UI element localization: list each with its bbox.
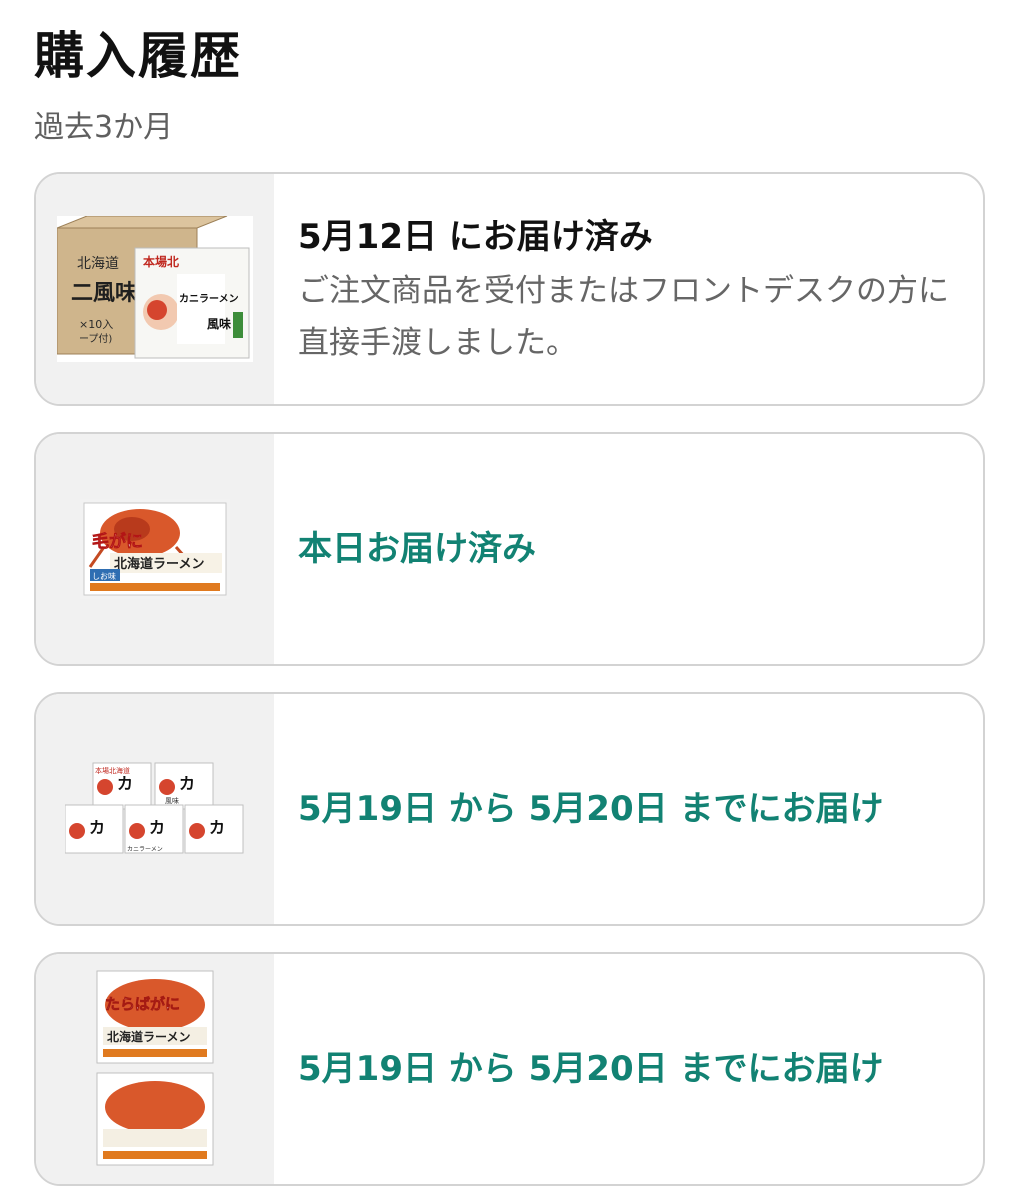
- delivery-status: 本日お届け済み: [298, 529, 536, 569]
- product-thumbnail: 毛がに 北海道ラーメン しお味: [36, 434, 274, 664]
- box-label-2: 二風味: [71, 281, 137, 306]
- svg-text:カ: カ: [179, 774, 195, 793]
- svg-text:カ: カ: [89, 818, 105, 837]
- box-label-3: ×10入: [79, 318, 113, 331]
- delivery-status: 5月12日 にお届け済み: [298, 217, 653, 257]
- pack-label-2: カニラーメン: [179, 293, 239, 305]
- delivery-description: ご注文商品を受付またはフロントデスクの方に直接手渡しました。: [298, 273, 949, 361]
- pack-label-3: しお味: [92, 571, 116, 581]
- order-card-4[interactable]: たらばがに 北海道ラーメン 5月19日 から 5月20日 までにお届け: [34, 952, 985, 1186]
- delivery-status: 5月19日 から 5月20日 までにお届け: [298, 789, 884, 829]
- order-info: 5月12日 にお届け済み ご注文商品を受付またはフロントデスクの方に直接手渡しま…: [298, 174, 953, 404]
- pack-label-1: たらばがに: [105, 995, 180, 1013]
- order-card-1[interactable]: 北海道 二風味 ×10入 ープ付) 本場北 カニラーメン 風味 5月12日 にお…: [34, 172, 985, 406]
- order-info: 本日お届け済み: [298, 434, 953, 664]
- pack-label-1: 本場北海道: [95, 766, 130, 775]
- product-thumbnail: 北海道 二風味 ×10入 ープ付) 本場北 カニラーメン 風味: [36, 174, 274, 404]
- svg-text:カ: カ: [209, 818, 225, 837]
- product-image-kegani-ramen: 毛がに 北海道ラーメン しお味: [80, 499, 230, 599]
- pack-label-1: 毛がに: [92, 531, 143, 552]
- delivery-status: 5月19日 から 5月20日 までにお届け: [298, 1049, 884, 1089]
- order-info: 5月19日 から 5月20日 までにお届け: [298, 954, 953, 1184]
- product-image-crab-ramen-box: 北海道 二風味 ×10入 ープ付) 本場北 カニラーメン 風味: [57, 216, 253, 362]
- product-thumbnail: たらばがに 北海道ラーメン: [36, 954, 274, 1184]
- order-card-3[interactable]: カ カ カ カ カ 本場北海道 カニラーメン 風味 5月19日 から 5月20日…: [34, 692, 985, 926]
- purchase-history-page: 購入履歴 過去3か月 北海道 二風味 ×10入 ープ付) 本場北 カニラーメン …: [0, 0, 1021, 1200]
- period-subtitle: 過去3か月: [34, 110, 174, 145]
- order-info: 5月19日 から 5月20日 までにお届け: [298, 694, 953, 924]
- svg-text:カ: カ: [117, 774, 133, 793]
- pack-label-3: 風味: [207, 316, 231, 331]
- pack-label-1: 本場北: [143, 254, 179, 269]
- pack-label-2: 北海道ラーメン: [114, 556, 204, 572]
- box-label-4: ープ付): [79, 332, 112, 345]
- product-thumbnail: カ カ カ カ カ 本場北海道 カニラーメン 風味: [36, 694, 274, 924]
- box-label-1: 北海道: [77, 256, 119, 272]
- pack-label-2: 北海道ラーメン: [107, 1029, 191, 1044]
- product-image-crab-ramen-multipack: カ カ カ カ カ 本場北海道 カニラーメン 風味: [65, 759, 245, 859]
- order-card-2[interactable]: 毛がに 北海道ラーメン しお味 本日お届け済み: [34, 432, 985, 666]
- svg-text:カ: カ: [149, 818, 165, 837]
- pack-label-2: カニラーメン: [127, 846, 163, 853]
- pack-label-3: 風味: [165, 796, 179, 805]
- product-image-taraba-ramen: たらばがに 北海道ラーメン: [95, 969, 215, 1169]
- page-title: 購入履歴: [34, 27, 242, 85]
